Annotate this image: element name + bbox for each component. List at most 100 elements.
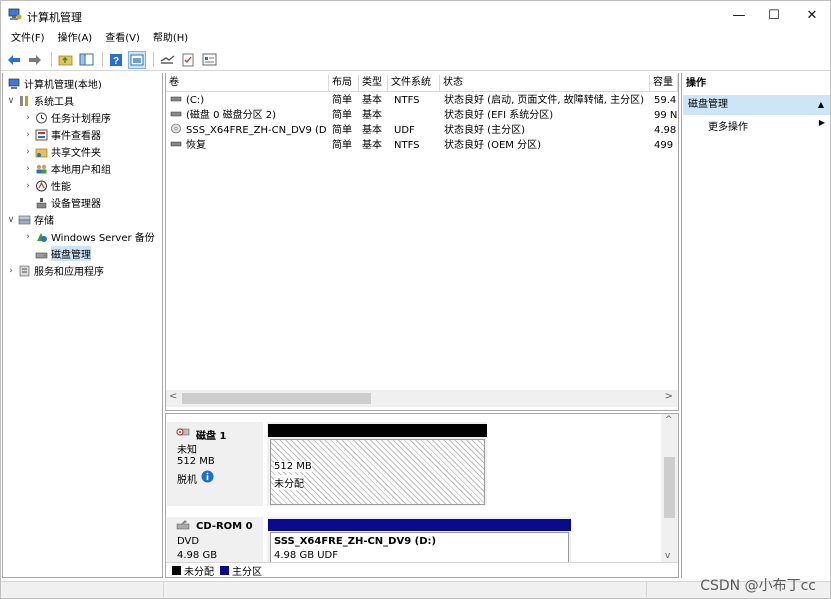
volume-status: 状态良好 (OEM 分区) (444, 140, 541, 151)
partition-legend: 未分配 主分区 (166, 562, 678, 578)
column-header-type[interactable]: 类型 (359, 75, 388, 92)
vertical-scroll-thumb[interactable] (664, 457, 675, 518)
tree-node-disk-management[interactable]: 磁盘管理 (33, 245, 91, 262)
drive-icon (170, 111, 182, 117)
horizontal-scroll-thumb[interactable] (182, 393, 371, 404)
volume-row[interactable]: (C:) 简单 基本 NTFS 状态良好 (启动, 页面文件, 故障转储, 主分… (166, 93, 678, 108)
column-header-filesystem[interactable]: 文件系统 (388, 75, 440, 92)
partition-state: 未分配 (274, 475, 304, 490)
chevron-right-icon[interactable]: › (23, 232, 33, 242)
chevron-right-icon[interactable]: › (23, 130, 33, 140)
menu-file[interactable]: 文件(F) (11, 30, 45, 47)
forward-icon[interactable] (26, 51, 44, 69)
tree-node-windows-backup[interactable]: › Windows Server 备份 (23, 228, 155, 245)
tree-node-services[interactable]: › 服务和应用程序 (6, 262, 104, 279)
cdrom-0-size: 4.98 GB (177, 550, 218, 561)
column-header-status[interactable]: 状态 (440, 75, 650, 92)
horizontal-scrollbar[interactable]: < > (166, 390, 678, 407)
chevron-down-icon[interactable]: ∨ (6, 215, 16, 225)
watermark: CSDN @小布丁cc (700, 578, 816, 594)
tree-label: 系统工具 (34, 97, 74, 108)
tree-node-task-scheduler[interactable]: › 任务计划程序 (23, 109, 111, 126)
chevron-right-icon[interactable]: › (6, 266, 16, 276)
toolbar-divider (153, 52, 154, 67)
scroll-down-icon[interactable]: v (665, 551, 670, 561)
tree-node-system-tools[interactable]: ∨ 系统工具 (6, 92, 74, 109)
disk-1-size: 512 MB (177, 456, 215, 467)
menu-action[interactable]: 操作(A) (58, 30, 93, 47)
menu-view[interactable]: 查看(V) (105, 30, 140, 47)
collapse-up-icon[interactable]: ▲ (818, 95, 824, 115)
actions-header: 操作 (686, 78, 706, 89)
tree-label: 性能 (51, 182, 71, 193)
submenu-arrow-icon[interactable]: ▶ (819, 118, 825, 127)
help-icon[interactable]: ? (107, 51, 125, 69)
close-button[interactable]: ✕ (789, 1, 831, 29)
unallocated-bar (268, 424, 487, 437)
column-header-capacity[interactable]: 容量 (650, 75, 678, 92)
services-icon (19, 265, 30, 276)
actions-pane: 操作 磁盘管理 ▲ 更多操作 ▶ (681, 73, 831, 578)
cdrom-0-name: CD-ROM 0 (196, 521, 253, 532)
properties-icon[interactable] (200, 51, 218, 69)
tree-node-performance[interactable]: › 性能 (23, 177, 71, 194)
chevron-right-icon[interactable]: › (23, 147, 33, 157)
volume-layout: 简单 (332, 140, 352, 151)
column-header-volume[interactable]: 卷 (166, 75, 329, 92)
volume-row[interactable]: SSS_X64FRE_ZH-CN_DV9 (D:) 简单 基本 UDF 状态良好… (166, 123, 678, 138)
more-actions-link[interactable]: 更多操作 (708, 118, 748, 133)
title-bar: 计算机管理 — ☐ ✕ (1, 1, 830, 29)
tree-label: 事件查看器 (51, 131, 101, 142)
tree-node-storage[interactable]: ∨ 存储 (6, 211, 54, 228)
disk-1-name: 磁盘 1 (196, 431, 227, 442)
volume-type: 基本 (362, 125, 382, 136)
chevron-down-icon[interactable]: ∨ (6, 96, 16, 106)
disk-1-label[interactable]: 磁盘 1 未知 512 MB 脱机 (166, 421, 264, 507)
cd-drive-icon (176, 520, 190, 530)
primary-partition-region[interactable]: SSS_X64FRE_ZH-CN_DV9 (D:) 4.98 GB UDF (270, 532, 569, 565)
primary-partition-bar (268, 519, 571, 531)
tree-node-event-viewer[interactable]: › 事件查看器 (23, 126, 101, 143)
scroll-left-icon[interactable]: < (169, 391, 177, 402)
menu-help[interactable]: 帮助(H) (153, 30, 188, 47)
vertical-scrollbar[interactable]: ^ v (661, 414, 678, 562)
partition-name: SSS_X64FRE_ZH-CN_DV9 (D:) (274, 536, 437, 547)
up-folder-icon[interactable] (56, 51, 74, 69)
column-header-layout[interactable]: 布局 (329, 75, 359, 92)
tree-node-shared-folders[interactable]: › 共享文件夹 (23, 143, 101, 160)
console-icon[interactable] (128, 50, 146, 69)
legend-unallocated: 未分配 (184, 567, 214, 578)
cdrom-0-label[interactable]: CD-ROM 0 DVD 4.98 GB (166, 516, 264, 564)
volume-list: 卷 布局 类型 文件系统 状态 容量 (C:) 简单 基本 NTFS 状态良好 … (165, 73, 679, 411)
drive-icon (170, 141, 182, 147)
volume-filesystem: UDF (394, 125, 415, 136)
action-group-disk-management[interactable]: 磁盘管理 ▲ (683, 95, 830, 115)
scroll-right-icon[interactable]: > (665, 391, 673, 402)
toolbar-divider (102, 52, 103, 67)
chevron-right-icon[interactable]: › (23, 113, 33, 123)
back-icon[interactable] (5, 51, 23, 69)
volume-name: (磁盘 0 磁盘分区 2) (186, 110, 277, 121)
chevron-right-icon[interactable]: › (23, 164, 33, 174)
window-title: 计算机管理 (27, 11, 82, 24)
checklist-icon[interactable] (179, 51, 197, 69)
tree-node-device-manager[interactable]: 设备管理器 (33, 194, 101, 211)
scroll-up-icon[interactable]: ^ (665, 415, 673, 425)
disk-1-unallocated-partition[interactable]: 512 MB 未分配 (266, 421, 488, 507)
drive-icon (170, 96, 182, 102)
clock-icon (36, 112, 47, 123)
connect-icon[interactable] (158, 51, 176, 69)
unallocated-region[interactable]: 512 MB 未分配 (270, 439, 485, 505)
svg-text:?: ? (113, 56, 119, 67)
tree-label: 服务和应用程序 (34, 267, 104, 278)
cdrom-0-primary-partition[interactable]: SSS_X64FRE_ZH-CN_DV9 (D:) 4.98 GB UDF (266, 516, 572, 565)
info-icon[interactable] (201, 470, 214, 483)
tree-node-root[interactable]: 计算机管理(本地) (6, 75, 102, 92)
volume-row[interactable]: 恢复 简单 基本 NTFS 状态良好 (OEM 分区) 499 (166, 138, 678, 153)
chevron-right-icon[interactable]: › (23, 181, 33, 191)
show-hide-tree-icon[interactable] (77, 51, 95, 69)
partition-size: 512 MB (274, 461, 312, 472)
tree-node-local-users[interactable]: › 本地用户和组 (23, 160, 111, 177)
volume-row[interactable]: (磁盘 0 磁盘分区 2) 简单 基本 状态良好 (EFI 系统分区) 99 N (166, 108, 678, 123)
toolbar: ? (1, 49, 830, 71)
